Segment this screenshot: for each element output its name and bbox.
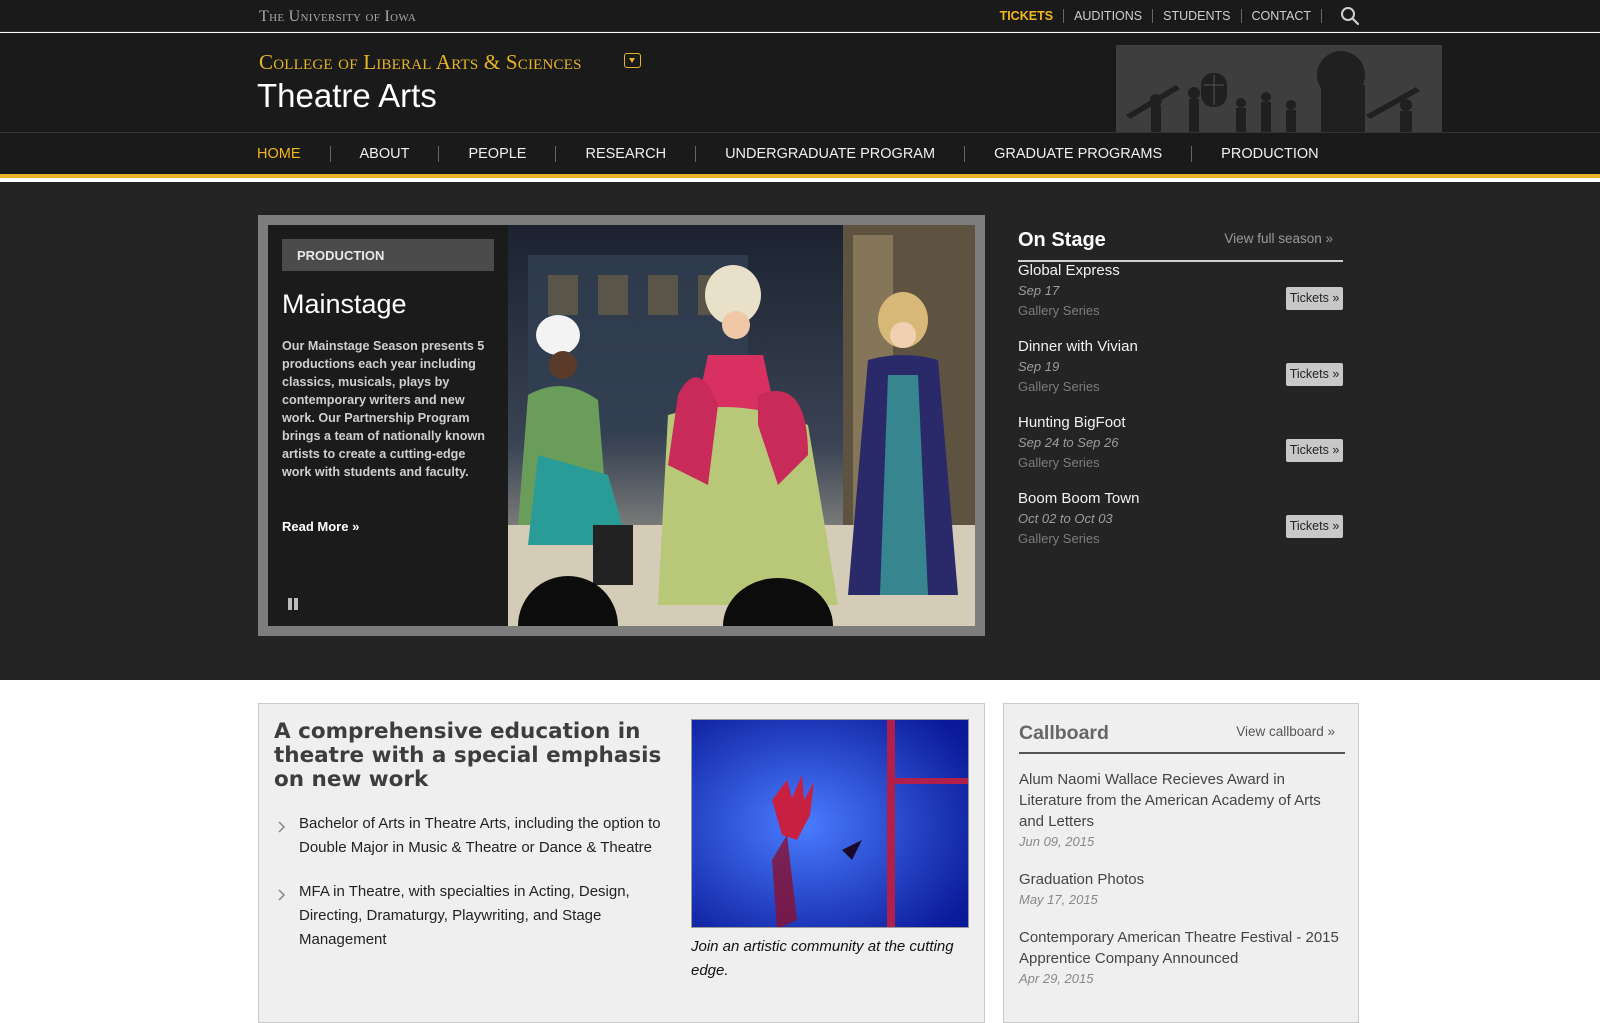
slide-text-panel: PRODUCTION Mainstage Our Mainstage Seaso…: [268, 225, 508, 626]
callboard-title: Callboard: [1019, 722, 1109, 744]
event-date: Oct 02 to Oct 03: [1018, 511, 1113, 526]
event-name[interactable]: Dinner with Vivian: [1018, 338, 1138, 355]
tickets-button[interactable]: Tickets »: [1286, 363, 1343, 386]
utility-bar: The University of Iowa TICKETS AUDITIONS…: [0, 0, 1600, 32]
department-title[interactable]: Theatre Arts: [257, 77, 437, 115]
nav-item-research[interactable]: RESEARCH: [555, 146, 695, 162]
program-text: MFA in Theatre, with specialties in Acti…: [299, 883, 630, 948]
event-name[interactable]: Boom Boom Town: [1018, 490, 1139, 507]
header-banner-image: [1116, 45, 1442, 132]
education-photo: [691, 719, 969, 928]
event-name[interactable]: Hunting BigFoot: [1018, 414, 1126, 431]
news-date: May 17, 2015: [1019, 892, 1098, 907]
program-text: Bachelor of Arts in Theatre Arts, includ…: [299, 815, 661, 856]
site-header: College of Liberal Arts & Sciences Theat…: [0, 33, 1600, 132]
callboard-list: Alum Naomi Wallace Recieves Award in Lit…: [1019, 769, 1349, 1006]
nav-item-production[interactable]: PRODUCTION: [1191, 146, 1347, 162]
news-link[interactable]: Alum Naomi Wallace Recieves Award in Lit…: [1019, 769, 1349, 832]
tickets-button[interactable]: Tickets »: [1286, 439, 1343, 462]
nav-item-people[interactable]: PEOPLE: [438, 146, 555, 162]
education-panel: A comprehensive education in theatre wit…: [258, 703, 985, 1023]
event-series: Gallery Series: [1018, 455, 1100, 470]
nav-item-about[interactable]: ABOUT: [329, 146, 439, 162]
utility-link-auditions[interactable]: AUDITIONS: [1064, 9, 1154, 23]
education-heading: A comprehensive education in theatre wit…: [274, 719, 662, 792]
college-name[interactable]: College of Liberal Arts & Sciences: [259, 50, 582, 75]
utility-link-tickets[interactable]: TICKETS: [990, 9, 1065, 23]
search-icon[interactable]: [1340, 6, 1360, 26]
utility-link-students[interactable]: STUDENTS: [1153, 9, 1242, 23]
utility-link-contact[interactable]: CONTACT: [1242, 9, 1322, 23]
slide-category-tag: PRODUCTION: [282, 239, 494, 271]
event-date: Sep 24 to Sep 26: [1018, 435, 1119, 450]
nav-item-undergraduate-program[interactable]: UNDERGRADUATE PROGRAM: [695, 146, 964, 162]
chevron-down-icon[interactable]: [624, 53, 641, 68]
list-item: Graduation Photos May 17, 2015: [1019, 869, 1349, 907]
event-series: Gallery Series: [1018, 303, 1100, 318]
photo-caption: Join an artistic community at the cuttin…: [691, 938, 954, 979]
read-more-link[interactable]: Read More »: [282, 519, 359, 534]
slide-description: Our Mainstage Season presents 5 producti…: [282, 339, 485, 479]
on-stage-title: On Stage: [1018, 229, 1106, 251]
event-item: Dinner with Vivian Sep 19 Gallery Series…: [1018, 338, 1343, 414]
view-full-season-link[interactable]: View full season »: [1224, 231, 1333, 246]
news-link[interactable]: Contemporary American Theatre Festival -…: [1019, 927, 1349, 969]
callboard-header: Callboard View callboard »: [1019, 719, 1345, 754]
slide-photo: [508, 225, 975, 626]
on-stage-panel: On Stage View full season » Global Expre…: [1018, 227, 1343, 566]
callboard-panel: Callboard View callboard » Alum Naomi Wa…: [1003, 703, 1359, 1023]
list-item[interactable]: MFA in Theatre, with specialties in Acti…: [274, 880, 669, 952]
chevron-right-icon: [277, 885, 287, 901]
event-item: Boom Boom Town Oct 02 to Oct 03 Gallery …: [1018, 490, 1343, 566]
view-callboard-link[interactable]: View callboard »: [1236, 724, 1335, 739]
hero-slider: PRODUCTION Mainstage Our Mainstage Seaso…: [258, 215, 985, 636]
university-wordmark[interactable]: The University of Iowa: [259, 8, 416, 26]
list-item: Contemporary American Theatre Festival -…: [1019, 927, 1349, 986]
list-item[interactable]: Bachelor of Arts in Theatre Arts, includ…: [274, 812, 669, 860]
event-series: Gallery Series: [1018, 379, 1100, 394]
event-series: Gallery Series: [1018, 531, 1100, 546]
event-item: Global Express Sep 17 Gallery Series Tic…: [1018, 262, 1343, 338]
main-nav: HOME ABOUT PEOPLE RESEARCH UNDERGRADUATE…: [0, 132, 1600, 178]
news-link[interactable]: Graduation Photos: [1019, 869, 1349, 890]
utility-nav: TICKETS AUDITIONS STUDENTS CONTACT: [990, 0, 1360, 32]
tickets-button[interactable]: Tickets »: [1286, 287, 1343, 310]
hero-slide[interactable]: PRODUCTION Mainstage Our Mainstage Seaso…: [268, 225, 975, 626]
program-list: Bachelor of Arts in Theatre Arts, includ…: [274, 812, 669, 972]
chevron-right-icon: [277, 817, 287, 833]
news-date: Apr 29, 2015: [1019, 971, 1094, 986]
tickets-button[interactable]: Tickets »: [1286, 515, 1343, 538]
event-date: Sep 19: [1018, 359, 1060, 374]
nav-item-graduate-programs[interactable]: GRADUATE PROGRAMS: [964, 146, 1191, 162]
news-date: Jun 09, 2015: [1019, 834, 1095, 849]
feature-area: PRODUCTION Mainstage Our Mainstage Seaso…: [0, 182, 1600, 680]
nav-item-home[interactable]: HOME: [257, 146, 330, 162]
event-item: Hunting BigFoot Sep 24 to Sep 26 Gallery…: [1018, 414, 1343, 490]
event-name[interactable]: Global Express: [1018, 262, 1120, 279]
pause-icon[interactable]: [288, 598, 300, 610]
list-item: Alum Naomi Wallace Recieves Award in Lit…: [1019, 769, 1349, 849]
event-date: Sep 17: [1018, 283, 1060, 298]
slide-title[interactable]: Mainstage: [282, 289, 407, 320]
on-stage-header: On Stage View full season »: [1018, 227, 1343, 262]
